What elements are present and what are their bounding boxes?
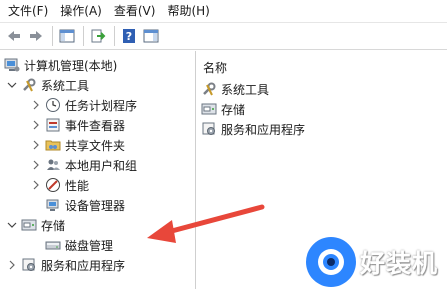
properties-pane-icon[interactable] [141,26,161,46]
storage-icon [21,217,37,233]
tree-item-task-scheduler[interactable]: 任务计划程序 [30,95,137,115]
computer-management-icon [4,57,20,73]
list-item-label: 系统工具 [221,82,270,97]
menu-action[interactable]: 操作(A) [54,0,108,22]
list-item[interactable]: 服务和应用程序 [201,119,305,139]
tree-item-root[interactable]: 计算机管理(本地) [4,55,117,75]
tree-item-label: 本地用户和组 [65,158,138,173]
tree-item-disk-management[interactable]: 磁盘管理 [45,235,113,255]
menu-bar: 文件(F) 操作(A) 查看(V) 帮助(H) [0,0,447,22]
services-icon [21,257,37,273]
chevron-right-icon[interactable] [30,179,42,191]
disk-management-icon [45,237,61,253]
svg-text:?: ? [126,30,132,43]
console-tree: 计算机管理(本地) 系统工具 任务计划程序 事件查看器 共享文件夹 本地用户和组… [0,51,196,289]
tree-item-storage[interactable]: 存储 [6,215,65,235]
watermark-text: 好装机 [360,248,439,278]
export-list-icon[interactable] [88,26,108,46]
toolbar: ? [0,22,447,50]
tree-item-device-manager[interactable]: 设备管理器 [45,195,125,215]
list-item[interactable]: 存储 [201,99,245,119]
chevron-down-icon[interactable] [6,79,18,91]
tree-item-label: 事件查看器 [65,118,126,133]
chevron-down-icon[interactable] [6,219,18,231]
menu-view[interactable]: 查看(V) [108,0,162,22]
watermark: 好装机 [306,234,447,289]
tree-item-label: 磁盘管理 [65,238,114,253]
tree-item-event-viewer[interactable]: 事件查看器 [30,115,125,135]
tree-item-services-apps[interactable]: 服务和应用程序 [6,255,125,275]
help-icon[interactable]: ? [119,26,139,46]
chevron-right-icon[interactable] [30,159,42,171]
tree-item-local-users-groups[interactable]: 本地用户和组 [30,155,137,175]
menu-file[interactable]: 文件(F) [0,0,54,22]
toolbar-separator [114,26,115,46]
chevron-right-icon[interactable] [6,259,18,271]
watermark-logo-icon [306,236,356,287]
device-manager-icon [45,197,61,213]
tree-item-label: 共享文件夹 [65,138,126,153]
list-item-label: 服务和应用程序 [221,122,306,137]
chevron-right-icon[interactable] [30,139,42,151]
tree-item-label: 服务和应用程序 [41,258,126,273]
tree-item-label: 计算机管理(本地) [24,58,118,73]
forward-arrow-icon[interactable] [26,26,46,46]
chevron-right-icon[interactable] [30,99,42,111]
clock-icon [45,97,61,113]
tree-item-label: 存储 [41,218,66,233]
tree-item-label: 任务计划程序 [65,98,138,113]
event-viewer-icon [45,117,61,133]
users-icon [45,157,61,173]
list-item-label: 存储 [221,102,246,117]
tree-item-performance[interactable]: 性能 [30,175,89,195]
tree-item-label: 设备管理器 [65,198,126,213]
menu-help[interactable]: 帮助(H) [161,0,215,22]
tree-item-shared-folders[interactable]: 共享文件夹 [30,135,125,155]
show-hide-tree-icon[interactable] [57,26,77,46]
tools-icon [201,81,217,97]
storage-icon [201,101,217,117]
column-header-name[interactable]: 名称 [203,59,227,76]
toolbar-separator [83,26,84,46]
tree-item-label: 系统工具 [41,78,90,93]
list-item[interactable]: 系统工具 [201,79,269,99]
shared-folder-icon [45,137,61,153]
tree-item-label: 性能 [65,178,90,193]
tools-icon [21,77,37,93]
chevron-right-icon[interactable] [30,119,42,131]
back-arrow-icon[interactable] [4,26,24,46]
performance-icon [45,177,61,193]
services-icon [201,121,217,137]
toolbar-separator [52,26,53,46]
tree-item-system-tools[interactable]: 系统工具 [6,75,89,95]
